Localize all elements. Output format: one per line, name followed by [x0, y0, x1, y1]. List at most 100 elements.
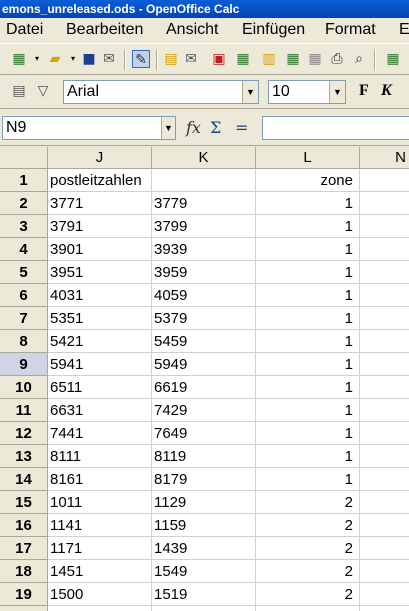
cell-j[interactable]: 5941 — [48, 353, 152, 376]
cell-l[interactable]: 1 — [256, 307, 360, 330]
cell-l[interactable]: 1 — [256, 330, 360, 353]
cell-l[interactable]: 1 — [256, 445, 360, 468]
row-header[interactable]: 4 — [0, 238, 48, 261]
cell-l[interactable]: 2 — [256, 537, 360, 560]
cell-l[interactable]: 2 — [256, 583, 360, 606]
cell-k[interactable]: 3779 — [152, 192, 256, 215]
row-header[interactable]: 13 — [0, 445, 48, 468]
cell-l[interactable]: 1 — [256, 215, 360, 238]
grid-icon[interactable]: ▦ — [306, 50, 324, 68]
row-header[interactable]: 9 — [0, 353, 48, 376]
font-name-box[interactable]: Arial ▼ — [63, 80, 259, 104]
cell-n[interactable] — [360, 491, 409, 514]
row-header[interactable]: 6 — [0, 284, 48, 307]
column-header-k[interactable]: K — [152, 147, 256, 169]
cell-l[interactable]: 1 — [256, 261, 360, 284]
row-header[interactable]: 1 — [0, 169, 48, 192]
cell-j[interactable]: 1500 — [48, 583, 152, 606]
cell-j[interactable]: 5351 — [48, 307, 152, 330]
cell-k[interactable]: 7649 — [152, 422, 256, 445]
row-header[interactable]: 10 — [0, 376, 48, 399]
cell-j[interactable]: 8161 — [48, 468, 152, 491]
cell-j[interactable]: 6631 — [48, 399, 152, 422]
cell-n[interactable] — [360, 353, 409, 376]
name-box-dropdown-icon[interactable]: ▼ — [161, 117, 175, 139]
menu-format[interactable]: Format — [325, 21, 376, 39]
formula-input[interactable] — [262, 116, 409, 140]
font-name-dropdown-icon[interactable]: ▼ — [242, 81, 258, 103]
cell-n[interactable] — [360, 261, 409, 284]
function-wizard-icon[interactable]: fx — [186, 118, 201, 137]
cell-l[interactable]: 1 — [256, 422, 360, 445]
row-header[interactable]: 7 — [0, 307, 48, 330]
cell-n[interactable] — [360, 399, 409, 422]
cell-n[interactable] — [360, 537, 409, 560]
cell-k[interactable]: 5379 — [152, 307, 256, 330]
cell-k[interactable]: 7429 — [152, 399, 256, 422]
cell-n[interactable] — [360, 307, 409, 330]
export-icon[interactable]: ▤ — [162, 50, 180, 68]
cell-j[interactable]: 5421 — [48, 330, 152, 353]
menu-einfuegen[interactable]: Einfügen — [242, 21, 305, 39]
cell-j[interactable]: 1141 — [48, 514, 152, 537]
bold-button[interactable]: F — [359, 82, 369, 100]
column-header-l[interactable]: L — [256, 147, 360, 169]
cell-k[interactable]: 8119 — [152, 445, 256, 468]
cell-j[interactable]: 4031 — [48, 284, 152, 307]
sum-icon[interactable]: Σ — [210, 118, 221, 137]
cell-k[interactable]: 1439 — [152, 537, 256, 560]
cell-l[interactable]: 2 — [256, 560, 360, 583]
cell-k[interactable] — [152, 169, 256, 192]
row-header[interactable]: 16 — [0, 514, 48, 537]
cell-n[interactable] — [360, 514, 409, 537]
row-header[interactable]: 12 — [0, 422, 48, 445]
menu-ansicht[interactable]: Ansicht — [166, 21, 218, 39]
cell-k[interactable]: 1519 — [152, 583, 256, 606]
new-dropdown-icon[interactable]: ▾ — [28, 50, 46, 68]
cell-n[interactable] — [360, 468, 409, 491]
cell-n[interactable] — [360, 583, 409, 606]
cell-l[interactable]: 1 — [256, 376, 360, 399]
row-header[interactable]: 8 — [0, 330, 48, 353]
page-preview-icon[interactable]: ⌕ — [350, 50, 368, 68]
row-header[interactable]: 19 — [0, 583, 48, 606]
equals-icon[interactable]: = — [235, 118, 248, 137]
cell-l[interactable]: 1 — [256, 284, 360, 307]
cell-j[interactable]: 1451 — [48, 560, 152, 583]
cell-l[interactable]: zone — [256, 169, 360, 192]
menu-extras[interactable]: E — [399, 21, 409, 39]
cell-l[interactable]: 2 — [256, 491, 360, 514]
styles-icon[interactable]: ▤ — [10, 82, 28, 100]
cell-n[interactable] — [360, 284, 409, 307]
cell-n[interactable] — [360, 215, 409, 238]
cell-j[interactable]: 7441 — [48, 422, 152, 445]
cell-j[interactable]: postleitzahlen — [48, 169, 152, 192]
email-icon[interactable]: ✉ — [100, 50, 118, 68]
cell-k[interactable]: 1159 — [152, 514, 256, 537]
print-icon[interactable]: ⎙ — [328, 50, 346, 68]
export-pdf-icon[interactable]: ▣ — [210, 50, 228, 68]
cell-l[interactable]: 2 — [256, 606, 360, 611]
new-document-icon[interactable]: ▦ — [10, 50, 28, 68]
cell-l[interactable]: 1 — [256, 238, 360, 261]
cell-l[interactable]: 1 — [256, 353, 360, 376]
filter-icon[interactable]: ▽ — [34, 82, 52, 100]
edit-file-icon[interactable]: ✎ — [132, 50, 150, 68]
cell-k[interactable]: 5459 — [152, 330, 256, 353]
row-header[interactable]: 3 — [0, 215, 48, 238]
cell-l[interactable]: 2 — [256, 514, 360, 537]
cell-j[interactable]: 3901 — [48, 238, 152, 261]
font-size-box[interactable]: 10 ▼ — [268, 80, 346, 104]
cell-j[interactable]: 3951 — [48, 261, 152, 284]
column-header-j[interactable]: J — [48, 147, 152, 169]
cell-k[interactable]: 4059 — [152, 284, 256, 307]
cell-j[interactable]: 2381 — [48, 606, 152, 611]
row-header[interactable]: 14 — [0, 468, 48, 491]
italic-button[interactable]: K — [381, 82, 392, 100]
row-header[interactable]: 5 — [0, 261, 48, 284]
send-icon[interactable]: ✉ — [182, 50, 200, 68]
cell-n[interactable] — [360, 169, 409, 192]
cell-n[interactable] — [360, 330, 409, 353]
spellcheck-icon[interactable]: ▦ — [384, 50, 402, 68]
row-header[interactable]: 17 — [0, 537, 48, 560]
